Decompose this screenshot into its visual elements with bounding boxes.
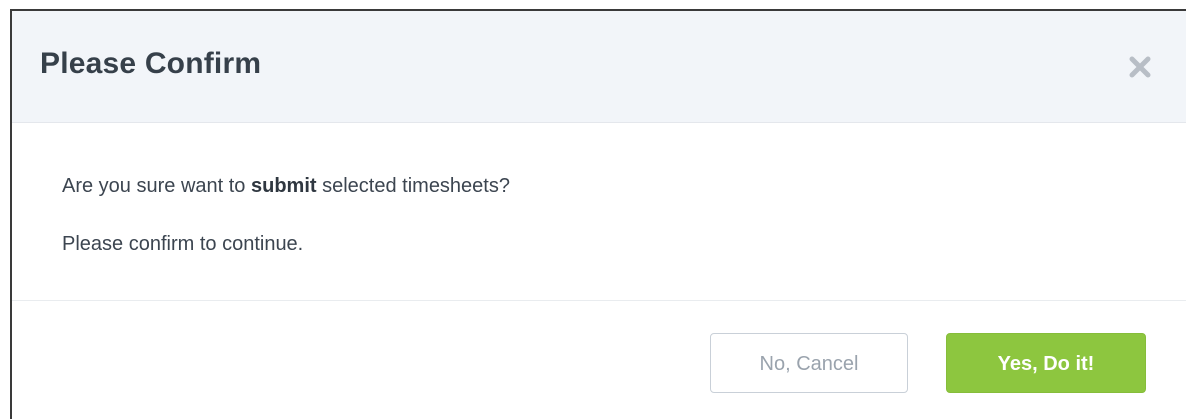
confirmation-question: Are you sure want to submit selected tim… <box>62 175 510 198</box>
page: Please Confirm Are you sure want to subm… <box>0 0 1186 419</box>
dialog-body: Are you sure want to submit selected tim… <box>12 123 1186 301</box>
dialog-header: Please Confirm <box>12 11 1186 123</box>
confirmation-emphasis: submit <box>250 175 317 197</box>
confirmation-prefix: Are you sure want to <box>62 175 251 197</box>
confirm-dialog: Please Confirm Are you sure want to subm… <box>10 9 1186 419</box>
background-edge <box>0 0 10 419</box>
close-button[interactable] <box>1124 51 1156 83</box>
close-icon <box>1129 56 1151 78</box>
dialog-title: Please Confirm <box>40 47 262 80</box>
confirmation-suffix: selected timesheets? <box>316 175 510 197</box>
confirmation-instruction: Please confirm to continue. <box>62 233 304 255</box>
confirm-button[interactable]: Yes, Do it! <box>946 333 1146 393</box>
cancel-button[interactable]: No, Cancel <box>710 333 908 393</box>
dialog-footer: No, Cancel Yes, Do it! <box>12 301 1186 419</box>
